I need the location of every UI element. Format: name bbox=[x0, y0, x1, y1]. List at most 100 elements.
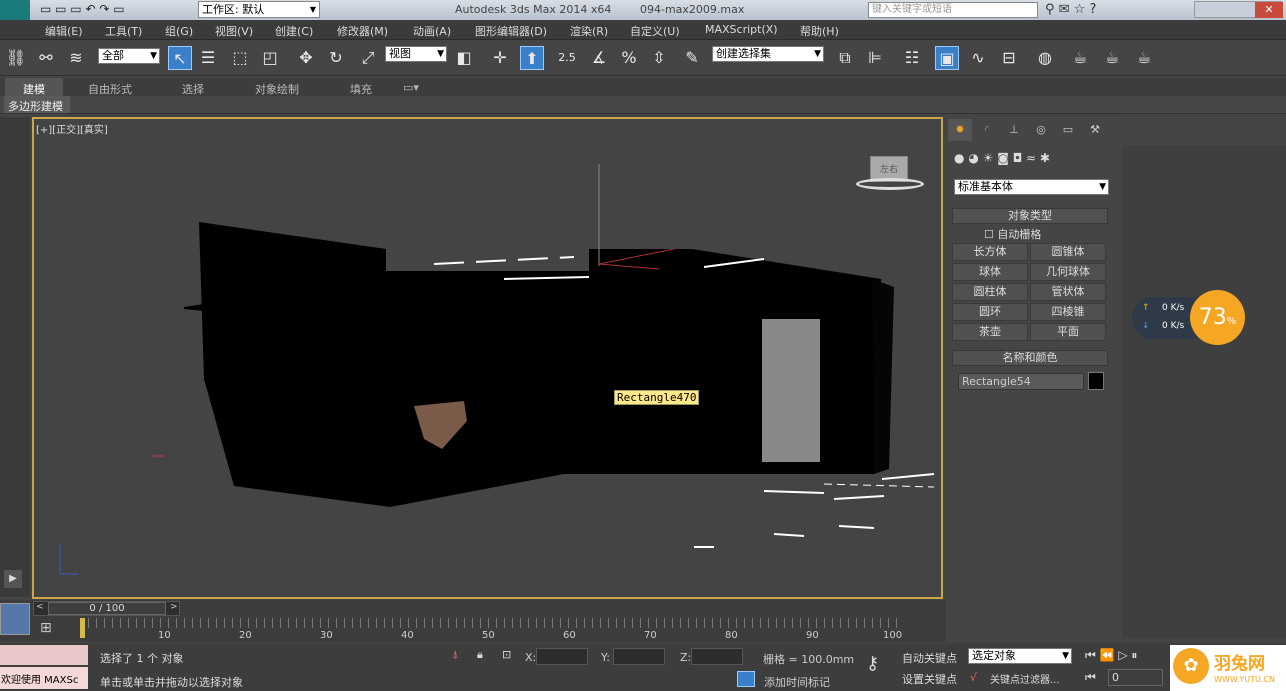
current-frame-field[interactable]: 0 bbox=[1108, 669, 1163, 686]
time-slider[interactable]: < 0 / 100 > bbox=[33, 601, 180, 616]
menu-modifiers[interactable]: 修改器(M) bbox=[337, 23, 388, 39]
object-type-rollout[interactable]: 对象类型 bbox=[952, 208, 1108, 224]
unlink-icon[interactable]: ⚯ bbox=[34, 46, 58, 70]
rotate-icon[interactable]: ↻ bbox=[324, 46, 348, 70]
isolate-icon[interactable]: ⍋ bbox=[452, 648, 459, 662]
object-name-field[interactable]: Rectangle54 bbox=[958, 373, 1084, 390]
listener-input[interactable] bbox=[0, 645, 88, 665]
time-tag-icon[interactable] bbox=[737, 671, 755, 687]
autokey-button[interactable]: 自动关键点 bbox=[902, 650, 957, 666]
spinner-snap-icon[interactable]: ⇳ bbox=[647, 46, 671, 70]
time-cursor[interactable] bbox=[80, 618, 85, 638]
poly-modeling-tab[interactable]: 多边形建模 bbox=[4, 96, 70, 113]
teapot-button[interactable]: 茶壶 bbox=[952, 323, 1028, 341]
menu-edit[interactable]: 编辑(E) bbox=[45, 23, 83, 39]
select-by-name-icon[interactable]: ☰ bbox=[196, 46, 220, 70]
motion-tab-icon[interactable]: ◎ bbox=[1029, 119, 1053, 141]
infocenter-icons[interactable]: ⚲ ✉ ☆ ? bbox=[1045, 2, 1096, 17]
selection-filter-dropdown[interactable]: 全部 ▼ bbox=[98, 48, 160, 64]
tab-freeform[interactable]: 自由形式 bbox=[88, 81, 132, 97]
percent-snap-icon[interactable]: % bbox=[617, 46, 641, 70]
plane-button[interactable]: 平面 bbox=[1030, 323, 1106, 341]
menu-customize[interactable]: 自定义(U) bbox=[630, 23, 680, 39]
pyramid-button[interactable]: 四棱锥 bbox=[1030, 303, 1106, 321]
setkey-button[interactable]: 设置关键点 bbox=[902, 671, 957, 687]
tab-populate[interactable]: 填充 bbox=[350, 81, 372, 97]
torus-button[interactable]: 圆环 bbox=[952, 303, 1028, 321]
memory-usage-badge[interactable]: 73% bbox=[1190, 290, 1245, 345]
menu-tools[interactable]: 工具(T) bbox=[105, 23, 142, 39]
render-production-icon[interactable]: ☕ bbox=[1132, 46, 1156, 70]
cylinder-button[interactable]: 圆柱体 bbox=[952, 283, 1028, 301]
schematic-view-icon[interactable]: ⊟ bbox=[997, 46, 1021, 70]
keyboard-shortcut-icon[interactable]: ⬆ bbox=[520, 46, 544, 70]
geosphere-button[interactable]: 几何球体 bbox=[1030, 263, 1106, 281]
align-icon[interactable]: ⊫ bbox=[863, 46, 887, 70]
viewcube-icon[interactable]: 左右 bbox=[856, 154, 926, 194]
rect-selection-icon[interactable]: ⬚ bbox=[228, 46, 252, 70]
menu-views[interactable]: 视图(V) bbox=[215, 23, 253, 39]
goto-start-icon[interactable]: ⏮ bbox=[1085, 670, 1096, 685]
lights-icon[interactable]: ☀ bbox=[983, 151, 994, 165]
object-color-swatch[interactable] bbox=[1088, 372, 1104, 390]
menu-animation[interactable]: 动画(A) bbox=[413, 23, 451, 39]
create-tab-icon[interactable]: ✸ bbox=[948, 119, 972, 141]
lock-icon[interactable]: 🔒︎ bbox=[477, 648, 483, 662]
pivot-center-icon[interactable]: ◧ bbox=[452, 46, 476, 70]
workspace-dropdown[interactable]: 工作区: 默认 ▼ bbox=[198, 1, 320, 18]
viewport-front[interactable]: [+][正交][真实] 左右 Rectangle470 bbox=[32, 117, 943, 599]
viewcube-ring[interactable] bbox=[856, 178, 924, 190]
modify-tab-icon[interactable]: ◜ bbox=[975, 119, 999, 141]
window-controls[interactable]: ✕ bbox=[1194, 1, 1283, 18]
bind-spacewarp-icon[interactable]: ≋ bbox=[64, 46, 88, 70]
cameras-icon[interactable]: ◙ bbox=[997, 151, 1009, 165]
hierarchy-tab-icon[interactable]: ⊥ bbox=[1002, 119, 1026, 141]
helpers-icon[interactable]: ◘ bbox=[1013, 151, 1023, 165]
menu-group[interactable]: 组(G) bbox=[165, 23, 193, 39]
mini-listener-toggle[interactable] bbox=[0, 603, 30, 635]
snaps-toggle-icon[interactable]: 2.5 bbox=[555, 46, 579, 70]
select-object-icon[interactable]: ↖ bbox=[168, 46, 192, 70]
mirror-icon[interactable]: ⧉ bbox=[833, 46, 857, 70]
move-icon[interactable]: ✥ bbox=[294, 46, 318, 70]
utilities-tab-icon[interactable]: ⚒ bbox=[1083, 119, 1107, 141]
create-category-icons[interactable]: ● ◕ ☀ ◙ ◘ ≈ ✱ bbox=[954, 151, 1114, 169]
systems-icon[interactable]: ✱ bbox=[1040, 151, 1050, 165]
angle-snap-icon[interactable]: ∡ bbox=[587, 46, 611, 70]
y-coord-field[interactable] bbox=[613, 648, 665, 665]
display-tab-icon[interactable]: ▭ bbox=[1056, 119, 1080, 141]
absolute-mode-icon[interactable]: ⊡ bbox=[502, 648, 511, 661]
cone-button[interactable]: 圆锥体 bbox=[1030, 243, 1106, 261]
quick-access-icons[interactable]: ▭ ▭ ▭ ↶ ↷ ▭ bbox=[40, 2, 125, 16]
edit-named-sel-icon[interactable]: ✎ bbox=[680, 46, 704, 70]
render-setup-icon[interactable]: ☕ bbox=[1068, 46, 1092, 70]
tube-button[interactable]: 管状体 bbox=[1030, 283, 1106, 301]
x-coord-field[interactable] bbox=[536, 648, 588, 665]
z-coord-field[interactable] bbox=[691, 648, 743, 665]
menu-graph-editors[interactable]: 图形编辑器(D) bbox=[475, 23, 547, 39]
frame-counter[interactable]: 0 / 100 bbox=[48, 602, 166, 615]
app-logo-icon[interactable] bbox=[0, 0, 30, 20]
shapes-icon[interactable]: ◕ bbox=[968, 151, 978, 165]
rendered-frame-icon[interactable]: ☕ bbox=[1100, 46, 1124, 70]
window-crossing-icon[interactable]: ◰ bbox=[258, 46, 282, 70]
named-selection-dropdown[interactable]: 创建选择集 ▼ bbox=[712, 46, 824, 62]
spacewarps-icon[interactable]: ≈ bbox=[1026, 151, 1036, 165]
link-icon[interactable]: ⛓ bbox=[4, 46, 28, 70]
menu-help[interactable]: 帮助(H) bbox=[800, 23, 839, 39]
layer-manager-icon[interactable]: ☷ bbox=[900, 46, 924, 70]
geometry-icon[interactable]: ● bbox=[954, 151, 964, 165]
tab-selection[interactable]: 选择 bbox=[182, 81, 204, 97]
play-side-icon[interactable]: ▶ bbox=[4, 570, 22, 588]
track-bar-icon[interactable]: ⊞ bbox=[40, 620, 52, 636]
close-icon[interactable]: ✕ bbox=[1255, 2, 1283, 18]
key-filters-button[interactable]: 关键点过滤器... bbox=[990, 671, 1060, 686]
select-manipulate-icon[interactable]: ✛ bbox=[488, 46, 512, 70]
sphere-button[interactable]: 球体 bbox=[952, 263, 1028, 281]
autogrid-checkbox[interactable]: ☐ 自动栅格 bbox=[984, 226, 1041, 242]
key-mode-dropdown[interactable]: 选定对象 ▼ bbox=[968, 648, 1072, 664]
track-bar[interactable] bbox=[80, 618, 900, 628]
primitive-type-dropdown[interactable]: 标准基本体 ▼ bbox=[954, 179, 1109, 195]
slider-prev-icon[interactable]: < bbox=[36, 602, 44, 612]
slider-next-icon[interactable]: > bbox=[170, 602, 178, 612]
